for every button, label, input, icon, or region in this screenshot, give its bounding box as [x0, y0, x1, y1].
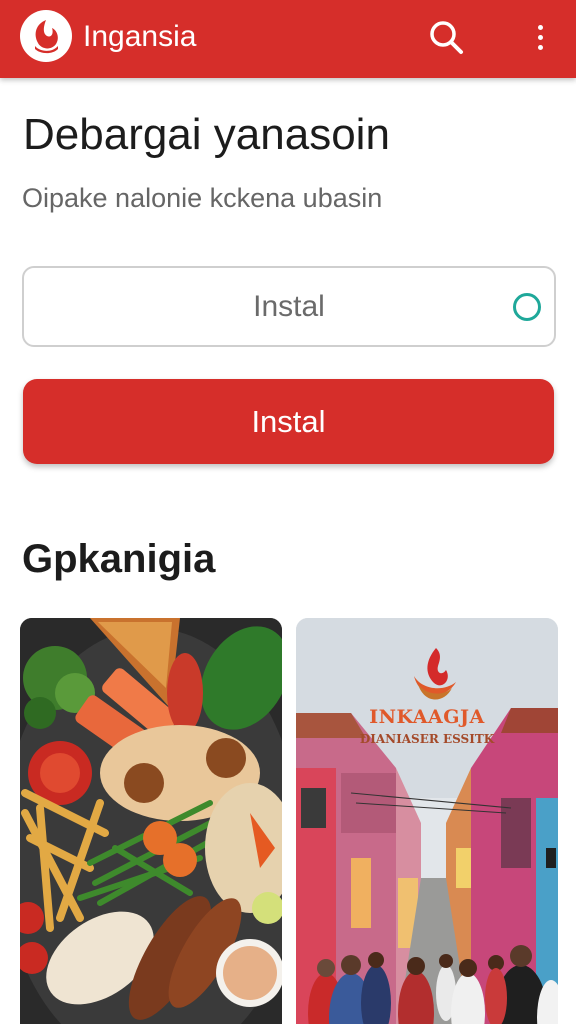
status-ring-icon — [513, 293, 541, 321]
install-input[interactable] — [24, 268, 554, 345]
app-title: Ingansia — [83, 20, 197, 53]
page-subheading: Oipake nalonie kckena ubasin — [22, 183, 383, 213]
section-title: Gpkanigia — [22, 537, 216, 581]
street-market-image — [296, 618, 558, 1024]
app-bar: Ingansia — [0, 0, 576, 78]
food-card[interactable] — [20, 618, 282, 1024]
food-platter-image — [20, 618, 282, 1024]
poster-tagline-text: DIANIASER ESSITK — [359, 732, 495, 746]
more-vert-icon[interactable] — [524, 17, 556, 57]
search-icon[interactable] — [426, 17, 466, 57]
street-card[interactable]: INKAAGJA DIANIASER ESSITK — [296, 618, 558, 1024]
poster-brand-text: INKAAGJA — [369, 706, 485, 728]
install-input-field[interactable] — [22, 266, 556, 347]
brand-logo-icon[interactable] — [20, 10, 72, 62]
page-heading: Debargai yanasoin — [23, 110, 390, 159]
install-button[interactable]: Instal — [23, 379, 554, 464]
